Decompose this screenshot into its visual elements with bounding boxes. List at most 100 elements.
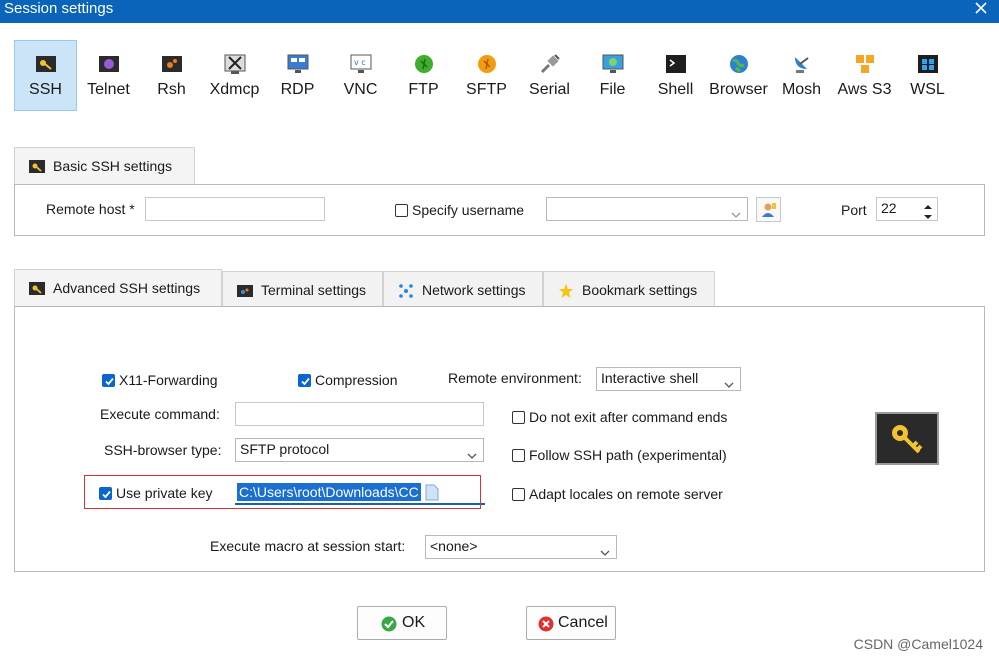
execute-command-label: Execute command: (100, 406, 220, 422)
protocol-label: SFTP (466, 81, 507, 98)
terminal-icon (237, 283, 253, 299)
star-icon (558, 283, 574, 299)
protocol-label: WSL (910, 81, 945, 98)
spin-down-icon[interactable] (921, 209, 935, 219)
remote-environment-select[interactable]: Interactive shell (596, 367, 741, 391)
remote-host-input[interactable] (145, 197, 325, 221)
tab-label: Bookmark settings (582, 282, 698, 298)
protocol-label: RDP (280, 81, 315, 98)
specify-username-checkbox[interactable] (395, 204, 408, 217)
follow-ssh-path-checkbox[interactable] (512, 449, 525, 462)
mosh-satellite-icon (791, 53, 813, 75)
protocol-label: Shell (657, 81, 694, 98)
x11-forwarding-checkbox[interactable] (102, 374, 115, 387)
adapt-locales-checkbox[interactable] (512, 488, 525, 501)
port-label: Port (841, 202, 867, 218)
vnc-icon: v c (350, 53, 372, 75)
protocol-browser[interactable]: Browser (707, 40, 770, 111)
compression-checkbox[interactable] (298, 374, 311, 387)
window-title: Session settings (4, 0, 114, 17)
tab-label: Basic SSH settings (53, 158, 173, 174)
specify-username-label: Specify username (412, 202, 525, 218)
tab-basic-ssh-settings[interactable]: Basic SSH settings (14, 147, 195, 184)
protocol-xdmcp[interactable]: Xdmcp (203, 40, 266, 111)
private-key-highlight (84, 475, 481, 509)
cancel-button[interactable]: Cancel (526, 606, 616, 640)
protocol-rsh[interactable]: Rsh (140, 40, 203, 111)
ok-button[interactable]: OK (357, 606, 447, 640)
protocol-label: Mosh (781, 81, 822, 98)
protocol-label: Telnet (87, 81, 130, 98)
execute-command-input[interactable] (235, 402, 484, 426)
spin-up-icon[interactable] (921, 199, 935, 209)
protocol-serial[interactable]: Serial (518, 40, 581, 111)
ftp-globe-icon (413, 53, 435, 75)
protocol-telnet[interactable]: Telnet (77, 40, 140, 111)
x11-forwarding-label: X11-Forwarding (119, 372, 218, 388)
remote-environment-label: Remote environment: (448, 370, 582, 386)
protocol-mosh[interactable]: Mosh (770, 40, 833, 111)
check-circle-icon (381, 616, 397, 632)
protocol-label: File (599, 81, 626, 98)
protocol-wsl[interactable]: WSL (896, 40, 959, 111)
protocol-label: Aws S3 (837, 81, 892, 98)
protocol-label: Browser (709, 81, 768, 98)
serial-plug-icon (539, 53, 561, 75)
protocol-bar: SSH Telnet Rsh Xdmcp RDP v c VNC FTP SFT… (14, 40, 974, 112)
telnet-icon (98, 53, 120, 75)
port-value: 22 (881, 200, 897, 216)
protocol-shell[interactable]: Shell (644, 40, 707, 111)
advanced-settings-panel: X11-Forwarding Compression Remote enviro… (14, 306, 985, 572)
ssh-browser-type-label: SSH-browser type: (104, 442, 222, 458)
key-banner-icon (875, 412, 939, 465)
cancel-circle-icon (538, 616, 554, 632)
remote-host-label: Remote host * (46, 201, 135, 217)
execute-macro-select[interactable]: <none> (425, 535, 617, 559)
close-icon[interactable] (973, 0, 989, 18)
no-exit-label: Do not exit after command ends (529, 409, 728, 425)
rdp-monitor-icon (287, 53, 309, 75)
chevron-down-icon (467, 447, 477, 459)
svg-text:v c: v c (354, 58, 366, 67)
tab-bookmark-settings[interactable]: Bookmark settings (543, 271, 715, 306)
follow-ssh-path-label: Follow SSH path (experimental) (529, 447, 727, 463)
protocol-ssh[interactable]: SSH (14, 40, 77, 111)
protocol-label: VNC (343, 81, 378, 98)
xdmcp-icon (224, 53, 246, 75)
ssh-browser-type-value: SFTP protocol (240, 441, 330, 457)
key-icon (29, 159, 45, 175)
shell-terminal-icon (665, 53, 687, 75)
compression-label: Compression (315, 372, 398, 388)
tab-label: Advanced SSH settings (53, 280, 201, 296)
protocol-label: FTP (408, 81, 439, 98)
tab-terminal-settings[interactable]: Terminal settings (222, 271, 383, 306)
port-stepper[interactable]: 22 (876, 197, 938, 221)
aws-s3-cubes-icon (854, 53, 876, 75)
sftp-globe-icon (476, 53, 498, 75)
username-select[interactable] (546, 197, 748, 221)
rsh-icon (161, 53, 183, 75)
protocol-sftp[interactable]: SFTP (455, 40, 518, 111)
chevron-down-icon (731, 206, 741, 218)
chevron-down-icon (724, 376, 734, 388)
tab-advanced-ssh-settings[interactable]: Advanced SSH settings (14, 269, 222, 307)
protocol-aws-s3[interactable]: Aws S3 (833, 40, 896, 111)
no-exit-checkbox[interactable] (512, 411, 525, 424)
chevron-down-icon (600, 544, 610, 556)
protocol-vnc[interactable]: v c VNC (329, 40, 392, 111)
key-icon (29, 281, 45, 297)
ssh-browser-type-select[interactable]: SFTP protocol (235, 438, 484, 462)
protocol-ftp[interactable]: FTP (392, 40, 455, 111)
user-manager-button[interactable] (756, 197, 781, 222)
remote-environment-value: Interactive shell (601, 370, 699, 386)
protocol-label: SSH (29, 81, 62, 98)
tab-network-settings[interactable]: Network settings (383, 271, 543, 306)
protocol-file[interactable]: File (581, 40, 644, 111)
watermark-text: CSDN @Camel1024 (853, 636, 983, 652)
tab-label: Terminal settings (261, 282, 367, 298)
protocol-label: Serial (529, 81, 570, 98)
browser-globe-icon (728, 53, 750, 75)
cancel-label: Cancel (558, 614, 608, 631)
protocol-rdp[interactable]: RDP (266, 40, 329, 111)
basic-settings-panel: Remote host * Specify username Port 22 (14, 184, 985, 236)
